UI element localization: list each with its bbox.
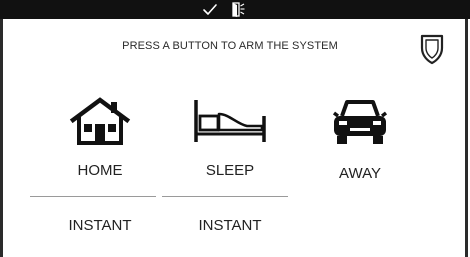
- car-icon: [332, 100, 388, 144]
- arm-away-button[interactable]: AWAY: [290, 90, 430, 190]
- away-mode-label: AWAY: [339, 165, 381, 182]
- screen-frame-right: [465, 0, 468, 257]
- sleep-mode-label: SLEEP: [205, 162, 255, 179]
- divider-sleep: [162, 196, 288, 197]
- door-open-icon: [232, 2, 245, 17]
- house-icon: [69, 97, 131, 145]
- screen-frame-left: [0, 0, 3, 257]
- home-delay-setting[interactable]: INSTANT: [30, 217, 170, 234]
- arm-sleep-button[interactable]: SLEEP: [160, 90, 300, 190]
- home-mode-label: HOME: [77, 162, 123, 179]
- shield-icon[interactable]: [418, 33, 446, 65]
- status-bar: [0, 0, 470, 19]
- arm-prompt-text: PRESS A BUTTON TO ARM THE SYSTEM: [122, 40, 338, 52]
- checkmark-icon: [203, 4, 217, 15]
- bed-icon: [194, 100, 266, 142]
- arm-system-screen: PRESS A BUTTON TO ARM THE SYSTEM HOME SL…: [0, 0, 470, 257]
- divider-home: [30, 196, 156, 197]
- arm-home-button[interactable]: HOME: [30, 90, 170, 190]
- sleep-delay-setting[interactable]: INSTANT: [160, 217, 300, 234]
